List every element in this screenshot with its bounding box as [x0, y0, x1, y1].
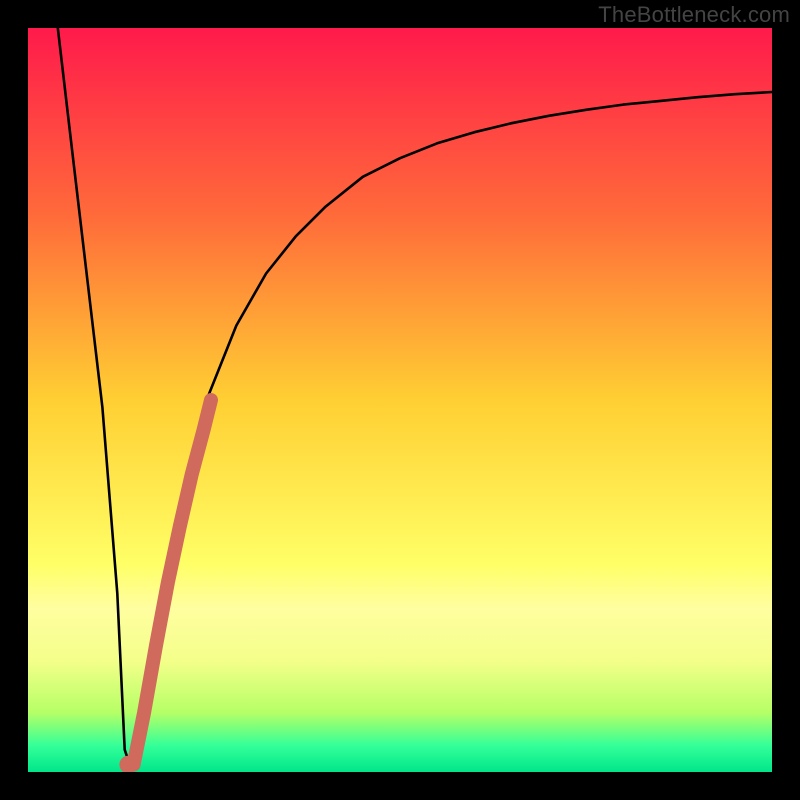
chart-svg [28, 28, 772, 772]
watermark-text: TheBottleneck.com [598, 2, 790, 28]
gradient-background [28, 28, 772, 772]
plot-area [28, 28, 772, 772]
outer-frame: TheBottleneck.com [0, 0, 800, 800]
